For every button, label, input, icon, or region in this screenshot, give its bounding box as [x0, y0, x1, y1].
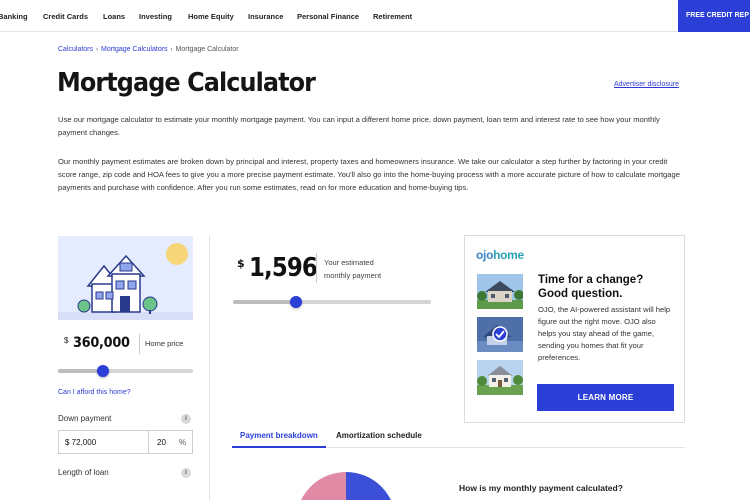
info-icon[interactable]: i	[181, 468, 191, 478]
tab-payment-breakdown[interactable]: Payment breakdown	[240, 431, 318, 440]
loan-length-label: Length of loan	[58, 468, 109, 477]
breadcrumb-calculators[interactable]: Calculators	[58, 46, 93, 53]
intro-paragraph-1: Use our mortgage calculator to estimate …	[58, 115, 660, 137]
ad-headline-line-2: Good question.	[538, 288, 623, 300]
logo-text-ojo: ojo	[476, 248, 494, 262]
house-illustration	[58, 236, 193, 320]
breadcrumb-separator: ›	[170, 47, 173, 53]
ad-headline-line-1: Time for a change?	[538, 274, 644, 286]
top-navigation: Banking Credit Cards Loans Investing Hom…	[0, 0, 750, 32]
currency-symbol: $	[237, 257, 245, 270]
breadcrumb-mortgage-calculators[interactable]: Mortgage Calculators	[101, 46, 168, 53]
ojo-home-ad[interactable]: ojohome Time for a change? Good question…	[464, 235, 685, 423]
nav-loans[interactable]: Loans	[103, 12, 125, 21]
home-price-label: Home price	[145, 339, 184, 348]
divider	[316, 253, 317, 283]
tab-amortization-schedule[interactable]: Amortization schedule	[336, 431, 422, 440]
breadcrumb: Calculators › Mortgage Calculators › Mortgag…	[58, 46, 239, 53]
breadcrumb-separator: ›	[96, 47, 99, 53]
nav-insurance[interactable]: Insurance	[248, 12, 283, 21]
free-credit-report-button[interactable]: FREE CREDIT REP	[678, 0, 750, 32]
breadcrumb-current: Mortgage Calculator	[175, 46, 239, 53]
house-icon	[58, 243, 193, 320]
down-payment-field[interactable]: $ 72,000 20 %	[58, 430, 193, 454]
nav-home-equity[interactable]: Home Equity	[188, 12, 234, 21]
percent-sign: %	[179, 438, 187, 447]
ojo-home-logo: ojohome	[476, 248, 524, 262]
home-price-amount[interactable]: 360,000	[73, 335, 130, 351]
payment-slider[interactable]	[233, 296, 431, 308]
currency-symbol: $	[64, 336, 69, 345]
ad-headline: Time for a change? Good question.	[538, 273, 678, 301]
home-price-value[interactable]: $ 360,000	[64, 334, 135, 352]
column-divider	[209, 236, 210, 500]
home-photo-2	[477, 317, 523, 352]
home-price-slider-fill	[58, 369, 103, 373]
monthly-payment-amount: 1,596	[249, 253, 318, 283]
divider	[148, 431, 149, 453]
monthly-payment-value: $ 1,596	[237, 253, 326, 283]
home-photo-1	[477, 274, 523, 309]
donut-segment-blue	[346, 472, 391, 500]
info-icon[interactable]: i	[181, 414, 191, 424]
nav-personal-finance[interactable]: Personal Finance	[297, 12, 359, 21]
payment-breakdown-donut	[301, 472, 391, 500]
monthly-payment-label: Your estimated monthly payment	[324, 258, 382, 280]
nav-retirement[interactable]: Retirement	[373, 12, 412, 21]
divider	[139, 334, 140, 354]
donut-segment-pink	[301, 472, 346, 500]
home-price-slider[interactable]	[58, 365, 193, 377]
learn-more-button[interactable]: LEARN MORE	[537, 384, 674, 411]
payment-slider-fill	[233, 300, 297, 304]
page-title: Mortgage Calculator	[57, 68, 316, 98]
home-price-slider-handle[interactable]	[96, 365, 109, 377]
down-payment-label: Down payment	[58, 414, 112, 423]
nav-investing[interactable]: Investing	[139, 12, 172, 21]
afford-home-link[interactable]: Can I afford this home?	[58, 389, 131, 396]
home-photo-3	[477, 360, 523, 395]
down-payment-amount-input[interactable]: $ 72,000	[65, 438, 96, 447]
active-tab-indicator	[232, 446, 326, 448]
payment-slider-handle[interactable]	[290, 296, 303, 308]
logo-text-home: home	[493, 248, 524, 262]
nav-credit-cards[interactable]: Credit Cards	[43, 12, 88, 21]
breakdown-question: How is my monthly payment calculated?	[459, 483, 623, 493]
ad-body-text: OJO, the AI-powered assistant will help …	[538, 305, 671, 363]
advertiser-disclosure-link[interactable]: Advertiser disclosure	[614, 81, 679, 88]
down-payment-percent-input[interactable]: 20	[157, 438, 166, 447]
intro-paragraph-2: Our monthly payment estimates are broken…	[58, 157, 680, 192]
nav-banking[interactable]: Banking	[0, 12, 28, 21]
